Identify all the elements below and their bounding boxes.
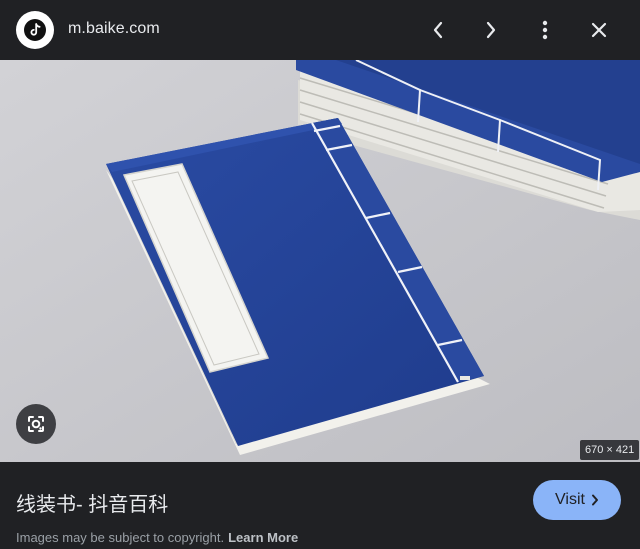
more-vert-icon xyxy=(542,20,548,40)
image-dimensions: 670 × 421 xyxy=(580,440,640,460)
learn-more-link[interactable]: Learn More xyxy=(228,530,298,545)
copyright-text: Images may be subject to copyright. xyxy=(16,530,225,545)
next-image-button[interactable] xyxy=(475,14,507,46)
google-lens-icon xyxy=(28,416,44,432)
chevron-right-icon xyxy=(591,494,598,506)
tiktok-logo-icon xyxy=(24,19,46,41)
visit-button-label: Visit xyxy=(555,491,585,508)
chevron-left-icon xyxy=(433,21,443,39)
image-title[interactable]: 线装书- 抖音百科 xyxy=(16,488,168,517)
image-preview[interactable]: 670 × 421 xyxy=(0,60,640,462)
previous-image-button[interactable] xyxy=(422,14,454,46)
close-icon xyxy=(591,22,607,38)
image-info-panel: 线装书- 抖音百科 Visit Images may be subject to… xyxy=(0,462,640,549)
viewer-header: m.baike.com xyxy=(0,0,640,60)
copyright-notice: Images may be subject to copyright. Learn… xyxy=(16,530,298,545)
chevron-right-icon xyxy=(486,21,496,39)
site-domain[interactable]: m.baike.com xyxy=(68,20,160,38)
site-favicon[interactable] xyxy=(16,11,54,49)
google-lens-button[interactable] xyxy=(16,404,56,444)
more-options-button[interactable] xyxy=(529,14,561,46)
thread-bound-book-photo xyxy=(0,60,640,462)
close-button[interactable] xyxy=(583,14,615,46)
visit-button[interactable]: Visit xyxy=(533,480,621,520)
